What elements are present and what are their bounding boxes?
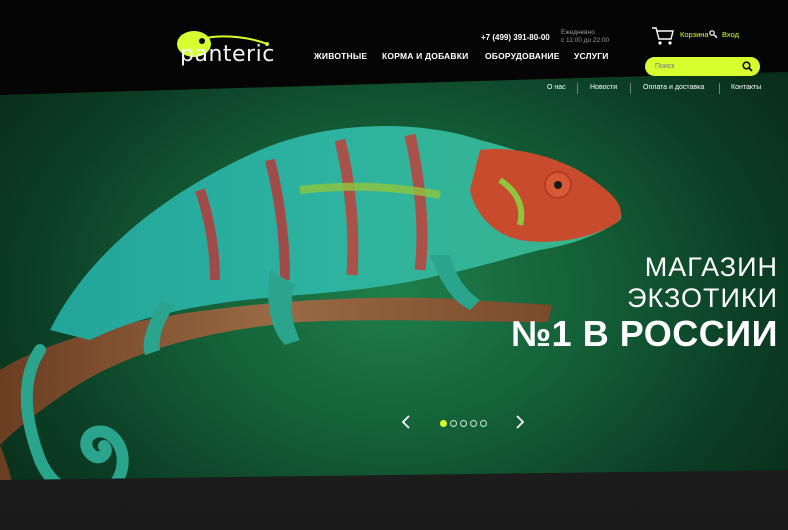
login-link[interactable]: Вход xyxy=(722,30,739,39)
subnav-divider xyxy=(719,83,720,94)
chevron-right-icon[interactable] xyxy=(515,415,525,429)
hero-title-line-1: МАГАЗИН xyxy=(644,252,778,282)
subnav-divider xyxy=(630,83,631,94)
search-box xyxy=(645,57,760,76)
key-icon xyxy=(709,30,718,39)
nav-services[interactable]: УСЛУГИ xyxy=(574,51,609,61)
hours-line-2: с 11:00 до 22:00 xyxy=(561,37,610,44)
slider-dot[interactable] xyxy=(470,420,477,427)
cart-link[interactable]: Корзина xyxy=(680,30,709,39)
phone-number[interactable]: +7 (499) 391-80-00 xyxy=(481,33,550,42)
logo-text[interactable]: panteric xyxy=(180,42,275,67)
chevron-left-icon[interactable] xyxy=(401,415,411,429)
cart-icon[interactable] xyxy=(651,26,675,46)
search-input[interactable] xyxy=(655,61,735,72)
slider-dot[interactable] xyxy=(450,420,457,427)
subnav-news[interactable]: Новости xyxy=(590,84,617,91)
subnav-delivery[interactable]: Оплата и доставка xyxy=(643,84,704,91)
slider-dot[interactable] xyxy=(480,420,487,427)
hero-slider: panteric +7 (499) 391-80-00 Ежедневно с … xyxy=(0,0,788,530)
nav-animals[interactable]: ЖИВОТНЫЕ xyxy=(314,51,367,61)
subnav-contacts[interactable]: Контакты xyxy=(731,84,761,91)
hero-title-line-2: ЭКЗОТИКИ xyxy=(627,283,778,313)
nav-equipment[interactable]: ОБОРУДОВАНИЕ xyxy=(485,51,560,61)
slider-dot[interactable] xyxy=(440,420,447,427)
subnav-about[interactable]: О нас xyxy=(547,84,566,91)
subnav-divider xyxy=(577,83,578,94)
working-hours: Ежедневно с 11:00 до 22:00 xyxy=(561,29,609,45)
nav-food[interactable]: КОРМА И ДОБАВКИ xyxy=(382,51,468,61)
slider-dot[interactable] xyxy=(460,420,467,427)
hero-title-line-3: №1 В РОССИИ xyxy=(511,313,778,354)
search-icon[interactable] xyxy=(742,61,753,72)
hours-line-1: Ежедневно xyxy=(561,29,595,36)
